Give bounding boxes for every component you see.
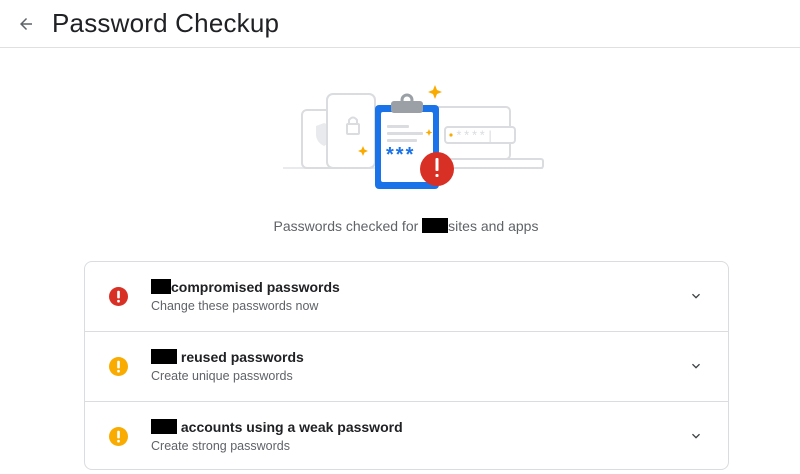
issue-row-compromised[interactable]: compromised passwords Change these passw… <box>85 262 728 331</box>
warning-icon <box>109 427 128 446</box>
issue-subtext: Create strong passwords <box>151 439 290 453</box>
chevron-down-icon[interactable] <box>688 288 704 304</box>
issue-subtext: Change these passwords now <box>151 299 319 313</box>
page-title: Password Checkup <box>52 8 280 38</box>
clipboard-text: *** <box>386 144 415 166</box>
redacted-count <box>151 279 171 294</box>
monitor-field-text: ****| <box>455 129 494 144</box>
redacted-count <box>151 349 177 364</box>
issue-subtext: Create unique passwords <box>151 369 293 383</box>
redacted-count <box>151 419 177 434</box>
back-button[interactable] <box>12 10 40 38</box>
summary-suffix: sites and apps <box>448 218 539 234</box>
summary-prefix: Passwords checked for <box>273 218 419 234</box>
error-icon <box>109 287 128 306</box>
chevron-down-icon[interactable] <box>688 358 704 374</box>
password-checkup-illustration: ****| *** <box>283 85 544 189</box>
issue-row-reused[interactable]: reused passwords Create unique passwords <box>85 331 728 401</box>
warning-icon <box>109 357 128 376</box>
redacted-count <box>422 218 449 233</box>
arrow-back-icon[interactable] <box>17 15 35 33</box>
password-issues-card: compromised passwords Change these passw… <box>84 261 729 470</box>
issue-heading: accounts using a weak password <box>151 419 403 435</box>
issue-heading: compromised passwords <box>151 279 340 295</box>
issue-heading: reused passwords <box>151 349 304 365</box>
header: Password Checkup <box>0 0 800 48</box>
summary-text: Passwords checked for sites and apps <box>0 218 800 234</box>
issue-row-weak[interactable]: accounts using a weak password Create st… <box>85 401 728 469</box>
chevron-down-icon[interactable] <box>688 428 704 444</box>
